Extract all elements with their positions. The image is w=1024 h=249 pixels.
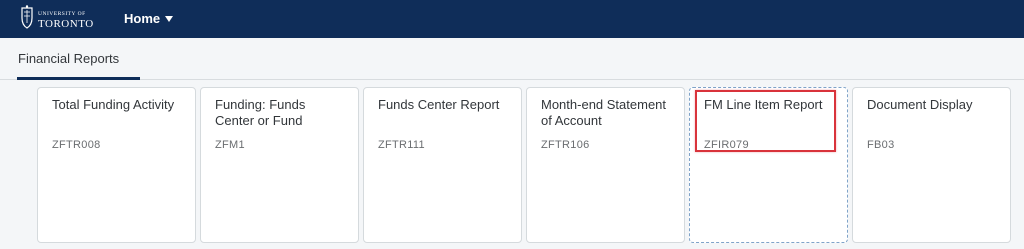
tile-title: Document Display — [867, 97, 973, 112]
home-menu-button[interactable]: Home — [124, 10, 174, 28]
tab-selected-indicator — [17, 77, 140, 80]
tile-title: Total Funding Activ­ity — [52, 97, 175, 112]
university-logo[interactable]: UNIVERSITY OF TORONTO — [20, 5, 110, 35]
tile-subtitle: ZFTR111 — [378, 139, 425, 151]
logo-text-small: UNIVERSITY OF — [38, 11, 86, 17]
tile-document-display[interactable]: Document Display FB03 — [852, 87, 1011, 243]
home-label: Home — [124, 11, 161, 26]
tile-title: FM Line Item Report — [704, 97, 823, 112]
tile-title: Funds Center Report — [378, 97, 500, 112]
tile-subtitle: ZFM1 — [215, 139, 245, 151]
logo-text-big: TORONTO — [38, 18, 94, 30]
tile-subtitle: ZFTR106 — [541, 139, 590, 151]
tile-funds-center-report[interactable]: Funds Center Report ZFTR111 — [363, 87, 522, 243]
tile-title: Month-end State­ment of Account — [541, 97, 667, 128]
tile-fm-line-item-report[interactable]: FM Line Item Report ZFIR079 — [689, 87, 848, 243]
tile-subtitle: FB03 — [867, 139, 895, 151]
tab-financial-reports[interactable]: Financial Reports — [17, 50, 120, 75]
tile-title: Funding: Funds Center or Fund — [215, 97, 306, 128]
tile-funding-funds-center-or-fund[interactable]: Funding: Funds Center or Fund ZFM1 — [200, 87, 359, 243]
tab-bar: Financial Reports — [0, 38, 1024, 80]
tile-subtitle: ZFTR008 — [52, 139, 101, 151]
tile-subtitle: ZFIR079 — [704, 139, 749, 151]
crest-icon — [21, 5, 33, 29]
caret-down-icon — [165, 16, 174, 22]
tile-month-end-statement[interactable]: Month-end State­ment of Account ZFTR106 — [526, 87, 685, 243]
tile-total-funding-activity[interactable]: Total Funding Activ­ity ZFTR008 — [37, 87, 196, 243]
shell-header: UNIVERSITY OF TORONTO Home — [0, 0, 1024, 38]
